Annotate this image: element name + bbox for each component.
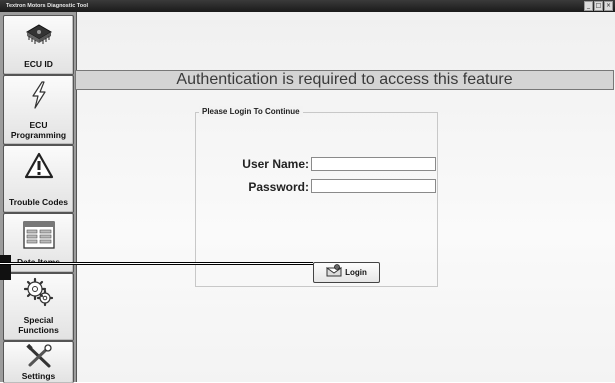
tools-icon <box>4 344 73 368</box>
app-window: Textron Motors Diagnostic Tool _ □ × ECU… <box>0 0 615 383</box>
sidebar-item-settings[interactable]: Settings <box>3 341 74 383</box>
login-button[interactable]: Login <box>313 262 380 283</box>
data-window-icon <box>4 221 73 249</box>
sidebar-item-label: ECU Programming <box>10 120 67 140</box>
minimize-button[interactable]: _ <box>584 1 593 11</box>
password-field[interactable] <box>311 179 436 193</box>
username-label: User Name: <box>242 157 309 171</box>
login-group <box>195 112 438 287</box>
auth-banner: Authentication is required to access thi… <box>75 70 614 90</box>
sidebar-item-ecu-programming[interactable]: ECU Programming <box>3 75 74 145</box>
sidebar-item-label: ECU ID <box>24 59 53 69</box>
lightning-icon <box>4 81 73 109</box>
warning-icon <box>4 152 73 179</box>
sidebar-item-label: Trouble Codes <box>8 197 69 207</box>
login-button-label: Login <box>345 268 367 277</box>
sidebar-item-label: Settings <box>21 371 56 381</box>
window-controls: _ □ × <box>584 1 613 11</box>
login-group-legend: Please Login To Continue <box>199 106 303 117</box>
close-button[interactable]: × <box>604 1 613 11</box>
sidebar-item-ecu-id[interactable]: ECU ID <box>3 15 74 75</box>
sidebar: ECU ID ECU Programming Trouble Codes Spe… <box>0 12 77 383</box>
sidebar-item-label: Special Functions <box>18 315 59 335</box>
sidebar-item-special-functions[interactable]: Special Functions <box>3 273 74 341</box>
login-icon <box>325 263 343 282</box>
gears-icon <box>4 277 73 307</box>
sidebar-item-trouble-codes[interactable]: Trouble Codes <box>3 145 74 213</box>
username-field[interactable] <box>311 157 436 171</box>
maximize-button[interactable]: □ <box>594 1 603 11</box>
callout-line <box>0 262 313 265</box>
password-label: Password: <box>248 180 309 194</box>
chip-icon <box>4 22 73 48</box>
window-title: Textron Motors Diagnostic Tool <box>6 3 88 9</box>
callout-marker <box>0 255 11 280</box>
title-bar[interactable]: Textron Motors Diagnostic Tool _ □ × <box>0 0 615 12</box>
